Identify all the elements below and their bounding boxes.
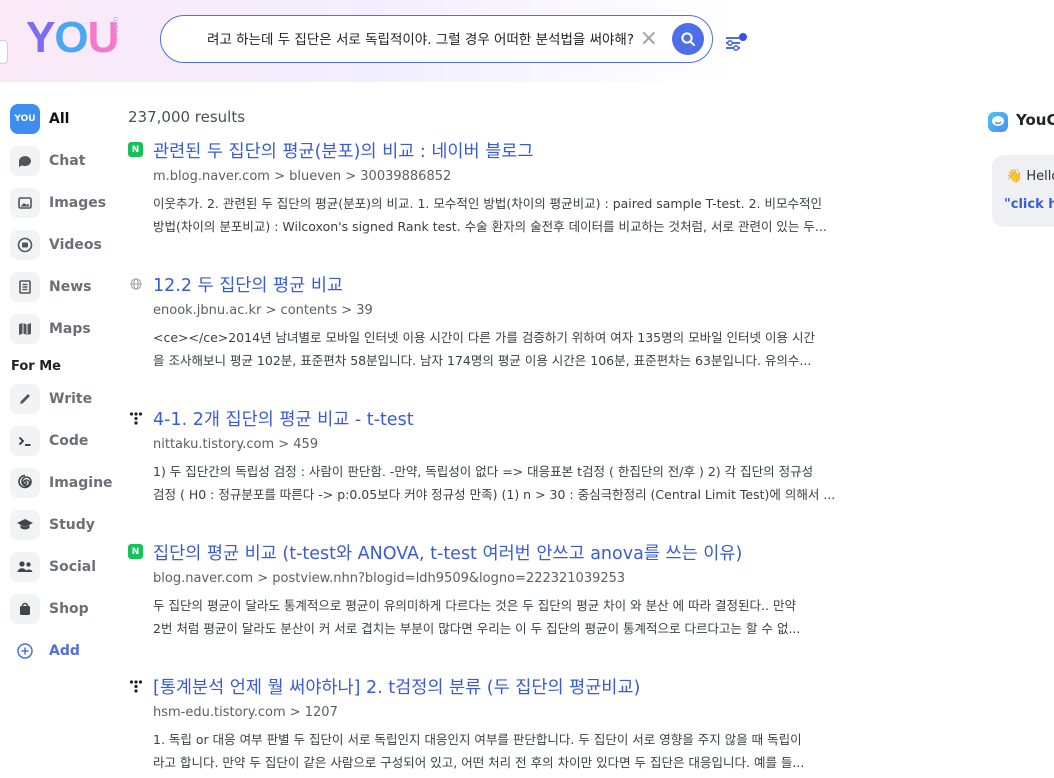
sidebar-item-label: Social (49, 559, 97, 575)
sidebar-item-label: Write (49, 391, 93, 407)
waving-hand-icon: 👋 (1006, 169, 1023, 184)
result-url[interactable]: nittaku.tistory.com > 459 (153, 437, 318, 452)
youchat-greeting: 👋 Hello (1006, 169, 1054, 184)
youchat-title: YouC (1016, 111, 1054, 129)
sidebar-item-label: Videos (49, 237, 102, 253)
search-icon (681, 32, 695, 46)
result-url[interactable]: blog.naver.com > postview.nhn?blogid=ldh… (153, 571, 625, 586)
result-snippet-line: 을 조사해보니 평균 102분, 표준편차 58분입니다. 남자 174명의 평… (153, 353, 812, 368)
sidebar-item-label: Imagine (49, 475, 113, 491)
result-title-link[interactable]: 집단의 평균 비교 (t-test와 ANOVA, t-test 여러번 안쓰고… (153, 540, 742, 565)
result-url[interactable]: hsm-edu.tistory.com > 1207 (153, 705, 338, 720)
sidebar-item-label: All (49, 111, 70, 127)
sidebar-item-label: Study (49, 517, 95, 533)
sidebar-item-shop[interactable]: Shop (10, 593, 120, 625)
result-snippet: <ce></ce>2014년 남녀별로 모바일 인터넷 이용 시간이 다른 가를… (153, 326, 928, 372)
result-snippet-line: 두 집단의 평균이 달라도 통계적으로 평균이 유의미하게 다르다는 것은 두 … (153, 598, 796, 613)
result-title-link[interactable]: 관련된 두 집단의 평균(분포)의 비교 : 네이버 블로그 (153, 138, 534, 163)
result-title-link[interactable]: 4-1. 2개 집단의 평균 비교 - t-test (153, 406, 414, 431)
result-snippet: 1) 두 집단간의 독립성 검정 : 사람이 판단함. -만약, 독립성이 없다… (153, 460, 928, 506)
result-snippet-line: 1) 두 집단간의 독립성 검정 : 사람이 판단함. -만약, 독립성이 없다… (153, 464, 814, 479)
youchat-click-hint[interactable]: "click he (1004, 197, 1054, 212)
sidebar-item-label: Shop (49, 601, 89, 617)
sidebar-item-code[interactable]: Code (10, 425, 120, 457)
sliders-icon (726, 33, 747, 52)
result-snippet-line: 검정 ( H0 : 정규분포를 따른다 -> p:0.05보다 커야 정규성 만… (153, 487, 836, 502)
result-snippet: 이웃추가. 2. 관련된 두 집단의 평균(분포)의 비교. 1. 모수적인 방… (153, 192, 928, 238)
search-button[interactable] (672, 23, 704, 55)
result-snippet: 두 집단의 평균이 달라도 통계적으로 평균이 유의미하게 다르다는 것은 두 … (153, 594, 928, 640)
naver-favicon-icon: N (128, 544, 143, 559)
sidebar-item-study[interactable]: Study (10, 509, 120, 541)
result-url[interactable]: m.blog.naver.com > blueven > 30039886852 (153, 169, 451, 184)
sidebar-item-write[interactable]: Write (10, 383, 120, 415)
naver-favicon-icon: N (128, 142, 143, 157)
sidebar-add-button[interactable]: Add (10, 635, 120, 667)
result-title-link[interactable]: 12.2 두 집단의 평균 비교 (153, 272, 343, 297)
news-icon (10, 272, 40, 302)
result-snippet-line: 1. 독립 or 대응 여부 판별 두 집단이 서로 독립인지 대응인지 여부를… (153, 732, 802, 747)
plus-circle-icon (10, 636, 40, 666)
result-snippet-line: 라고 합니다. 만약 두 집단이 같은 사람으로 구성되어 있고, 어떤 처리 … (153, 755, 805, 770)
sidebar-item-label: Code (49, 433, 89, 449)
sidebar-item-news[interactable]: News (10, 271, 120, 303)
globe-favicon-icon (128, 276, 143, 291)
sidebar-section-title: For Me (11, 359, 61, 374)
result-title-link[interactable]: [통계분석 언제 뭘 써야하나] 2. t검정의 분류 (두 집단의 평균비교) (153, 674, 640, 699)
result-snippet-line: 이웃추가. 2. 관련된 두 집단의 평균(분포)의 비교. 1. 모수적인 방… (153, 196, 823, 211)
tistory-favicon-icon (128, 410, 143, 425)
pencil-icon (10, 384, 40, 414)
search-bar[interactable]: 려고 하는데 두 집단은 서로 독립적이야. 그럴 경우 어떠한 분석법을 써야… (160, 15, 713, 63)
chat-icon (10, 146, 40, 176)
header-bar: Y O U .com 려고 하는데 두 집단은 서로 독립적이야. 그럴 경우 … (0, 0, 1054, 82)
result-snippet-line: 2번 처럼 평균이 달라도 분산이 커 서로 겹치는 부분이 많다면 우리는 이… (153, 621, 801, 636)
video-icon (10, 230, 40, 260)
sidebar-item-chat[interactable]: Chat (10, 145, 120, 177)
you-logo[interactable]: Y O U .com (26, 13, 140, 62)
tistory-favicon-icon (128, 678, 143, 693)
logo-letter-o: O (54, 13, 88, 62)
map-icon (10, 314, 40, 344)
youchat-icon (988, 112, 1008, 132)
results-count: 237,000 results (128, 108, 246, 126)
spiral-icon (10, 468, 40, 498)
logo-letter-y: Y (26, 13, 55, 62)
sidebar-item-images[interactable]: Images (10, 187, 120, 219)
you-badge: YOU (14, 114, 36, 124)
youchat-message-card: 👋 Hello "click he (992, 155, 1054, 227)
terminal-icon (10, 426, 40, 456)
you-logo-icon: YOU (10, 104, 40, 134)
image-icon (10, 188, 40, 218)
result-snippet-line: <ce></ce>2014년 남녀별로 모바일 인터넷 이용 시간이 다른 가를… (153, 330, 816, 345)
sidebar-add-label: Add (49, 643, 80, 659)
youchat-greeting-text: Hello (1026, 169, 1054, 184)
logo-suffix: .com (111, 16, 121, 36)
sidebar-item-social[interactable]: Social (10, 551, 120, 583)
sidebar-item-label: News (49, 279, 92, 295)
search-input[interactable]: 려고 하는데 두 집단은 서로 독립적이야. 그럴 경우 어떠한 분석법을 써야… (207, 28, 634, 48)
sidebar-item-label: Images (49, 195, 107, 211)
sidebar-item-label: Maps (49, 321, 91, 337)
graduation-cap-icon (10, 510, 40, 540)
result-snippet: 1. 독립 or 대응 여부 판별 두 집단이 서로 독립인지 대응인지 여부를… (153, 728, 928, 774)
sidebar-item-label: Chat (49, 153, 86, 169)
sidebar-item-maps[interactable]: Maps (10, 313, 120, 345)
sidebar-item-videos[interactable]: Videos (10, 229, 120, 261)
collapsed-panel-handle[interactable] (0, 40, 8, 64)
search-settings-button[interactable] (724, 30, 748, 52)
shopping-bag-icon (10, 594, 40, 624)
result-snippet-line: 방법(차이의 분포비교) : Wilcoxon's signed Rank te… (153, 219, 827, 234)
sidebar-item-imagine[interactable]: Imagine (10, 467, 120, 499)
sidebar-item-all[interactable]: YOU All (10, 103, 120, 135)
result-url[interactable]: enook.jbnu.ac.kr > contents > 39 (153, 303, 373, 318)
people-icon (10, 552, 40, 582)
clear-search-icon[interactable]: × (640, 28, 658, 50)
